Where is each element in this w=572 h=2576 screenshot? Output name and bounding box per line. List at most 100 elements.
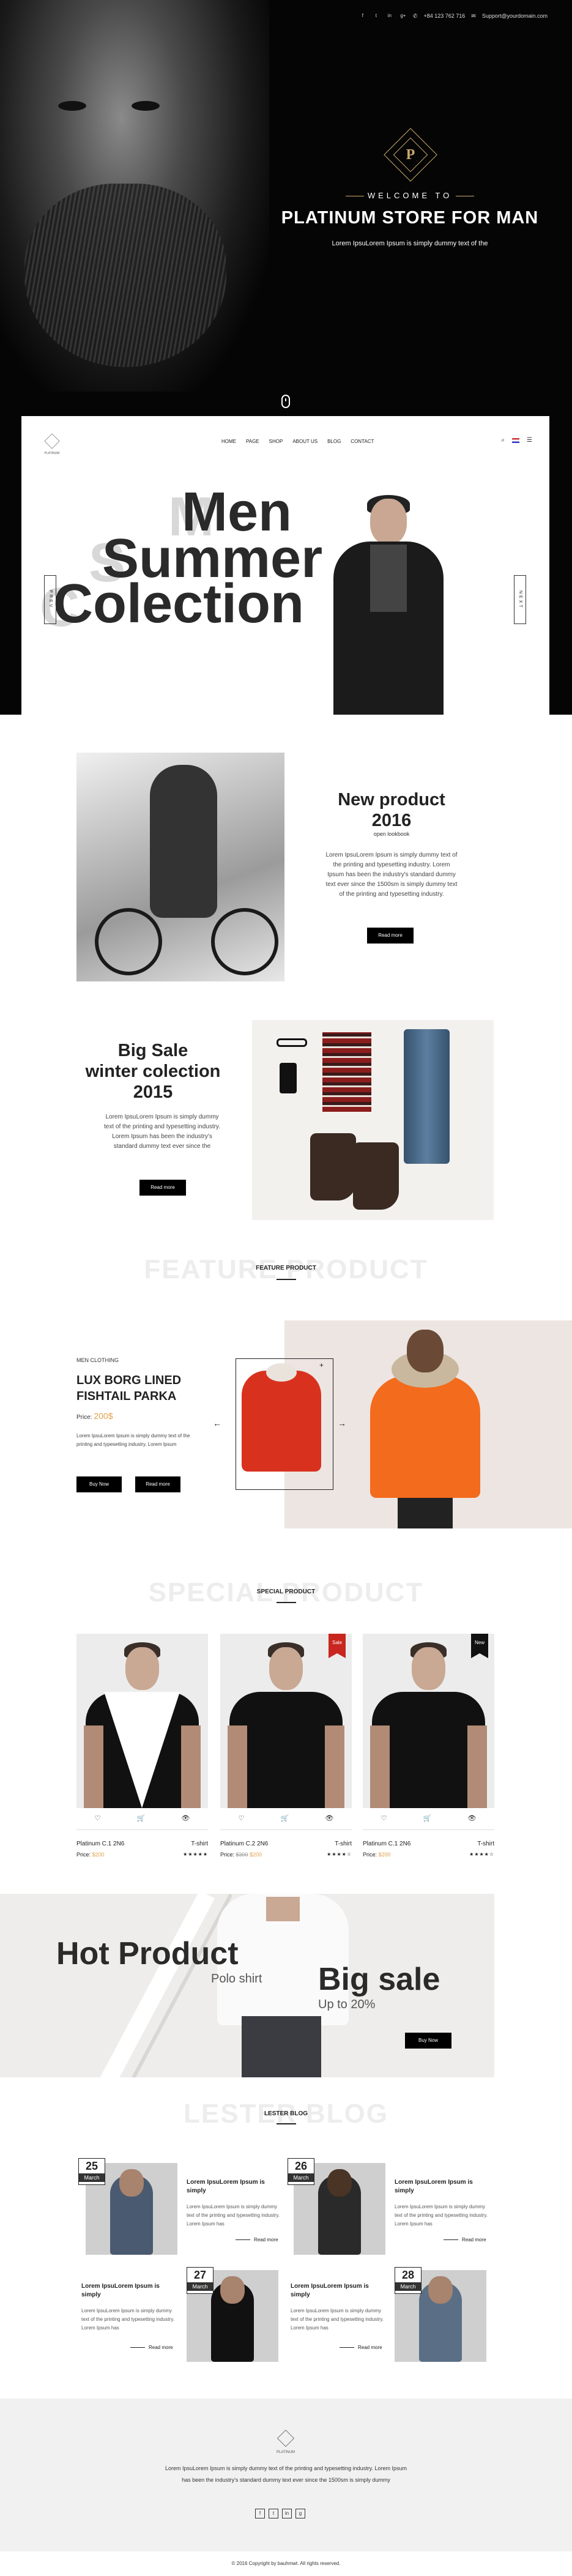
new-product-title: New product 2016 (338, 790, 445, 830)
special-section-title: SPECIAL PRODUCT (256, 1588, 316, 1595)
footer-logo-text: PLATINUM (277, 2451, 295, 2454)
phone-number[interactable]: +84 123 762 716 (423, 13, 465, 19)
phone-icon: ✆ (412, 12, 418, 19)
blog-post-title[interactable]: Lorem IpsuLorem Ipsum is simply (395, 2178, 492, 2195)
language-flag-icon[interactable] (512, 438, 520, 443)
slide-title-line-3: Colection (53, 573, 305, 635)
linkedin-icon[interactable]: in (386, 12, 393, 20)
blog-read-more-link[interactable]: Read more (130, 2345, 173, 2350)
twitter-icon[interactable]: t (373, 12, 380, 20)
hot-buy-now-button[interactable]: Buy Now (405, 2033, 451, 2049)
blog-post-title[interactable]: Lorem IpsuLorem Ipsum is simply (187, 2178, 284, 2195)
zoom-icon[interactable]: + (319, 1361, 324, 1369)
facebook-icon[interactable]: f (359, 12, 366, 20)
facebook-icon[interactable]: f (255, 2509, 265, 2518)
blog-post-excerpt: Lorem IpsuLorem Ipsum is simply dummy te… (187, 2204, 280, 2227)
blog-post-excerpt: Lorem IpsuLorem Ipsum is simply dummy te… (395, 2204, 488, 2227)
search-icon[interactable]: ⌕ (501, 437, 505, 444)
product-type: T-shirt (191, 1841, 208, 1847)
feature-product-name[interactable]: LUX BORG LINED FISHTAIL PARKA (76, 1372, 211, 1404)
hero-welcome: WELCOME TO (367, 191, 453, 200)
price-value: 200$ (94, 1411, 113, 1421)
main-navigation: PLATINUM HOME PAGE SHOP ABOUT US BLOG CO… (21, 416, 549, 471)
site-logo-text: PLATINUM (44, 452, 60, 455)
cart-icon[interactable]: 🛒 (137, 1814, 146, 1824)
nav-tools: ⌕ ☰ (501, 437, 532, 444)
eye-icon[interactable]: 👁 (467, 1814, 476, 1824)
divider (277, 2123, 296, 2124)
blog-date-badge: 27 March (187, 2267, 214, 2294)
support-email[interactable]: Support@yourdomain.com (482, 13, 548, 19)
product-name[interactable]: Platinum C.1 2N6 (76, 1841, 124, 1847)
menu-item-shop[interactable]: SHOP (269, 439, 283, 444)
rating-stars: ★★★★☆ (327, 1852, 352, 1857)
eye-icon[interactable]: 👁 (181, 1814, 190, 1824)
menu-item-about-us[interactable]: ABOUT US (292, 439, 318, 444)
scroll-down-mouse-icon[interactable] (281, 395, 290, 408)
feature-price: Price: 200$ (76, 1411, 113, 1421)
divider (277, 1279, 296, 1280)
hot-product-subtitle: Polo shirt (211, 1972, 262, 1986)
footer-text: Lorem IpsuLorem Ipsum is simply dummy te… (165, 2465, 407, 2483)
menu-item-home[interactable]: HOME (221, 439, 236, 444)
top-bar: f t in g+ ✆ +84 123 762 716 ✉ Support@yo… (359, 12, 548, 20)
product-card-image[interactable]: Sale (220, 1634, 352, 1808)
new-product-subtitle: open lookbook (373, 831, 410, 837)
new-product-read-more-button[interactable]: Read more (367, 928, 414, 944)
discount-text: Up to 20% (318, 1998, 376, 2011)
product-actions: ♡ 🛒 👁 (76, 1814, 208, 1824)
linkedin-icon[interactable]: in (282, 2509, 292, 2518)
menu-item-blog[interactable]: BLOG (327, 439, 341, 444)
feature-next-arrow[interactable]: → (338, 1418, 346, 1428)
heart-icon[interactable]: ♡ (95, 1814, 101, 1824)
menu-item-contact[interactable]: CONTACT (351, 439, 374, 444)
slider-prev-button[interactable]: PREV (44, 575, 56, 624)
menu-icon[interactable]: ☰ (527, 437, 532, 444)
google-plus-icon[interactable]: g+ (399, 12, 407, 20)
main-menu: HOME PAGE SHOP ABOUT US BLOG CONTACT (221, 439, 374, 444)
feature-read-more-button[interactable]: Read more (135, 1476, 180, 1492)
feature-model-image (364, 1320, 486, 1528)
big-sale-title: Big Sale winter colection 2015 (85, 1041, 221, 1102)
product-name[interactable]: Platinum C.1 2N6 (363, 1841, 410, 1847)
hot-product-title: Hot Product (56, 1936, 239, 1971)
mail-icon: ✉ (471, 12, 476, 19)
google-icon[interactable]: g (295, 2509, 305, 2518)
feature-prev-arrow[interactable]: ← (213, 1418, 221, 1428)
feature-category: MEN CLOTHING (76, 1357, 119, 1363)
heart-icon[interactable]: ♡ (239, 1814, 245, 1824)
big-sale-text: Lorem IpsuLorem Ipsum is simply dummy te… (104, 1114, 220, 1150)
rating-stars: ★★★★★ (183, 1852, 208, 1857)
product-card-image[interactable]: New (363, 1634, 494, 1808)
hero-portrait-image (0, 0, 269, 392)
blog-post-title[interactable]: Lorem IpsuLorem Ipsum is simply (291, 2282, 388, 2299)
big-sale-read-more-button[interactable]: Read more (139, 1180, 186, 1196)
feature-section-title: FEATURE PRODUCT (256, 1265, 316, 1271)
product-type: T-shirt (477, 1841, 494, 1847)
feature-product-image[interactable] (242, 1363, 321, 1472)
rating-stars: ★★★★☆ (469, 1852, 494, 1857)
product-type: T-shirt (335, 1841, 352, 1847)
slider-next-button[interactable]: NEXT (514, 575, 526, 624)
hero-subtitle: Lorem IpsuLorem Ipsum is simply dummy te… (332, 240, 488, 247)
blog-read-more-link[interactable]: Read more (340, 2345, 382, 2350)
menu-item-page[interactable]: PAGE (246, 439, 259, 444)
blog-read-more-link[interactable]: Read more (236, 2237, 278, 2243)
feature-description: Lorem IpsuLorem Ipsum is simply dummy te… (76, 1433, 190, 1447)
blog-post-excerpt: Lorem IpsuLorem Ipsum is simply dummy te… (81, 2308, 174, 2331)
product-name[interactable]: Platinum C.2 2N6 (220, 1841, 268, 1847)
cart-icon[interactable]: 🛒 (423, 1814, 432, 1824)
new-badge: New (471, 1634, 488, 1658)
twitter-icon[interactable]: t (269, 2509, 278, 2518)
product-price: Price: $300 $200 (220, 1852, 262, 1858)
blog-post-title[interactable]: Lorem IpsuLorem Ipsum is simply (81, 2282, 179, 2299)
eye-icon[interactable]: 👁 (325, 1814, 333, 1824)
feature-buy-now-button[interactable]: Buy Now (76, 1476, 122, 1492)
product-card-image[interactable] (76, 1634, 208, 1808)
cart-icon[interactable]: 🛒 (281, 1814, 289, 1824)
heart-icon[interactable]: ♡ (381, 1814, 387, 1824)
site-logo[interactable]: PLATINUM (43, 433, 61, 455)
blog-date-badge: 26 March (288, 2158, 314, 2185)
blog-read-more-link[interactable]: Read more (444, 2237, 486, 2243)
product-actions: ♡ 🛒 👁 (363, 1814, 494, 1824)
